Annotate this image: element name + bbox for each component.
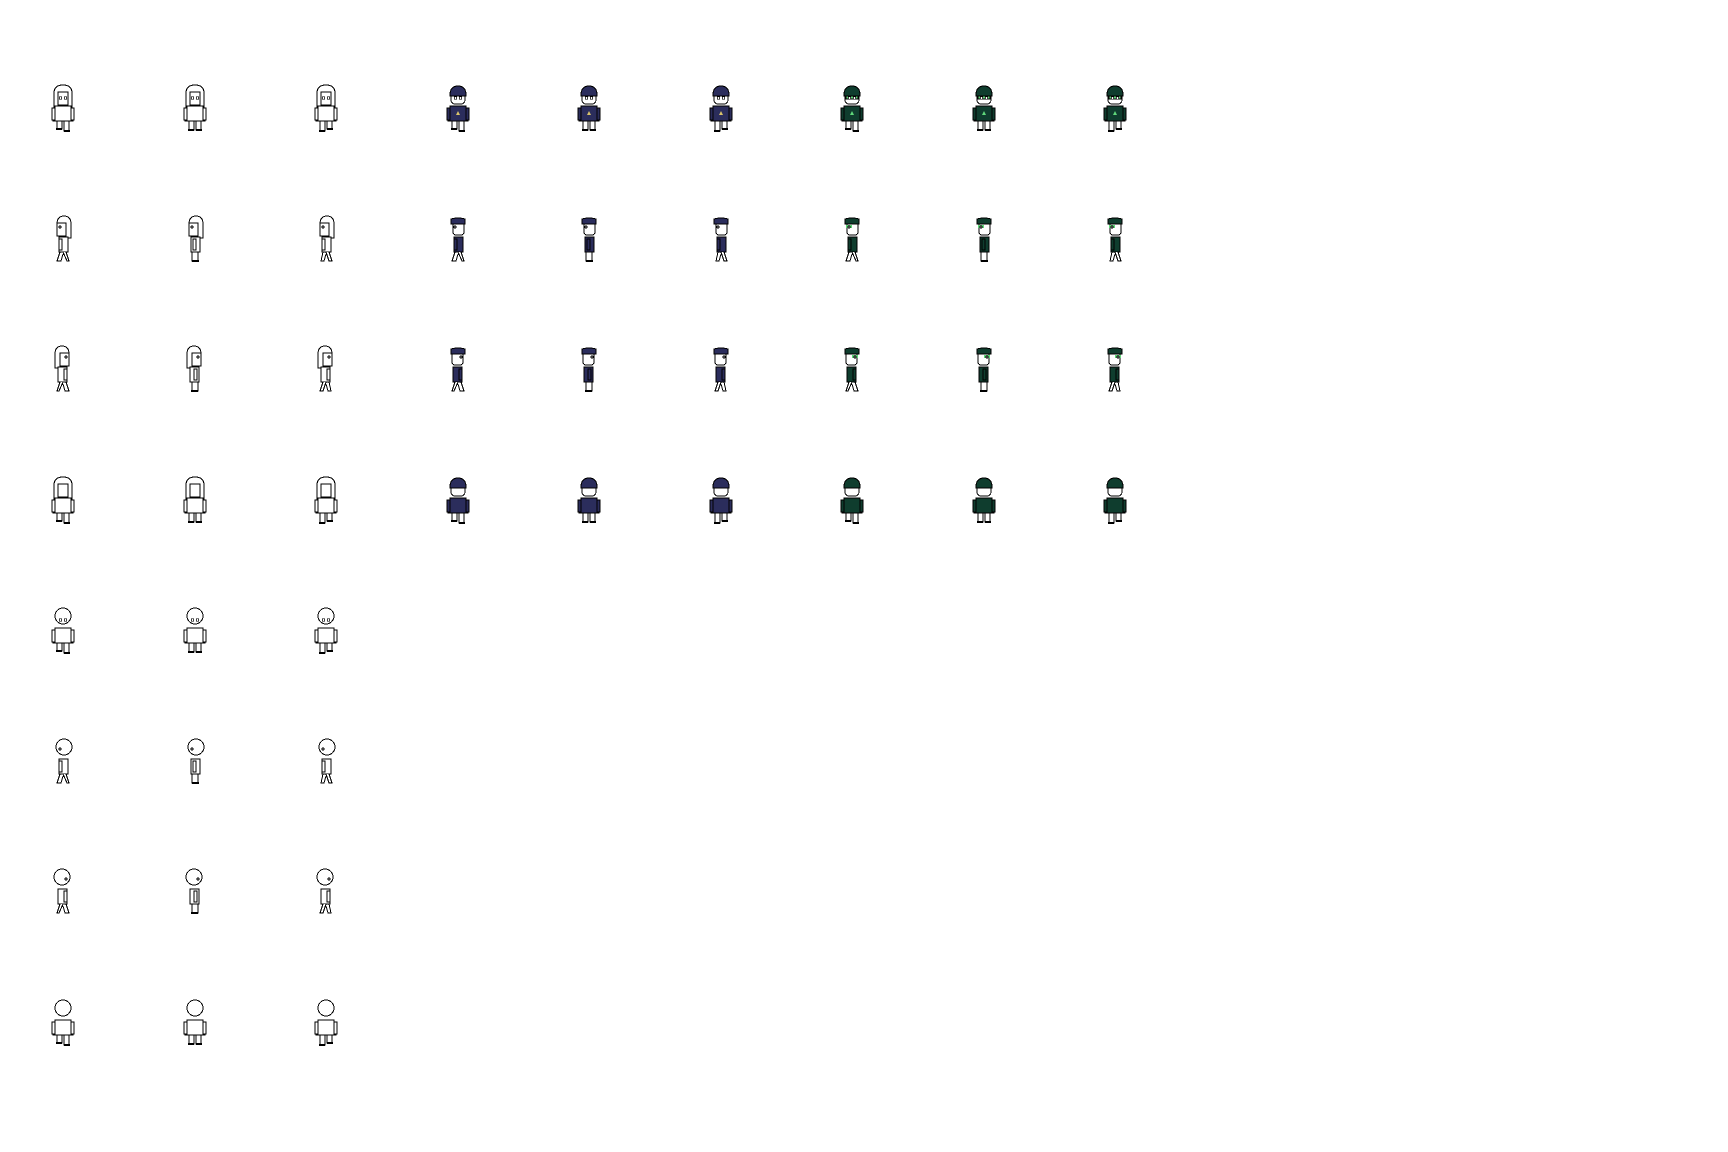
sprite-round-head-white-side-left-frame-3 [306,731,346,791]
sprite-long-hair-white-front-frame-2 [175,78,215,138]
sprite-short-hair-green-visor-back-frame-1 [832,470,872,530]
sprite-short-hair-green-visor-front-frame-3 [1095,78,1135,138]
sprite-long-hair-white-front-frame-1 [43,78,83,138]
sprite-round-head-white-side-left-frame-2 [175,731,215,791]
sprite-long-hair-white-back-frame-1 [43,470,83,530]
sprite-round-head-white-back-frame-1 [43,992,83,1052]
sprite-short-hair-navy-side-right-frame-1 [438,339,478,399]
sprite-short-hair-navy-back-frame-2 [569,470,609,530]
sprite-short-hair-green-visor-front-frame-2 [964,78,1004,138]
sprite-short-hair-navy-back-frame-1 [438,470,478,530]
sprite-short-hair-navy-back-frame-3 [701,470,741,530]
sprite-short-hair-navy-front-frame-3 [701,78,741,138]
sprite-short-hair-navy-front-frame-1 [438,78,478,138]
sprite-round-head-white-back-frame-3 [306,992,346,1052]
sprite-long-hair-white-side-left-frame-2 [175,209,215,269]
sprite-long-hair-white-side-right-frame-1 [43,339,83,399]
sprite-round-head-white-side-right-frame-3 [306,861,346,921]
sprite-short-hair-navy-side-left-frame-1 [438,209,478,269]
sprite-short-hair-green-visor-side-left-frame-3 [1095,209,1135,269]
sprite-short-hair-green-visor-back-frame-2 [964,470,1004,530]
sprite-long-hair-white-side-right-frame-3 [306,339,346,399]
sprite-round-head-white-back-frame-2 [175,992,215,1052]
sprite-short-hair-green-visor-side-right-frame-2 [964,339,1004,399]
sprite-long-hair-white-side-left-frame-1 [43,209,83,269]
sprite-short-hair-navy-side-right-frame-3 [701,339,741,399]
sprite-short-hair-green-visor-side-left-frame-1 [832,209,872,269]
sprite-round-head-white-side-right-frame-2 [175,861,215,921]
sprite-short-hair-green-visor-side-left-frame-2 [964,209,1004,269]
sprite-sheet [0,0,1728,1152]
sprite-short-hair-green-visor-side-right-frame-3 [1095,339,1135,399]
sprite-round-head-white-side-right-frame-1 [43,861,83,921]
sprite-round-head-white-front-frame-2 [175,600,215,660]
sprite-long-hair-white-back-frame-3 [306,470,346,530]
sprite-short-hair-navy-side-left-frame-3 [701,209,741,269]
sprite-short-hair-navy-side-right-frame-2 [569,339,609,399]
sprite-short-hair-navy-front-frame-2 [569,78,609,138]
sprite-long-hair-white-side-right-frame-2 [175,339,215,399]
sprite-round-head-white-front-frame-3 [306,600,346,660]
sprite-round-head-white-side-left-frame-1 [43,731,83,791]
sprite-short-hair-navy-side-left-frame-2 [569,209,609,269]
sprite-short-hair-green-visor-side-right-frame-1 [832,339,872,399]
sprite-long-hair-white-side-left-frame-3 [306,209,346,269]
sprite-round-head-white-front-frame-1 [43,600,83,660]
sprite-long-hair-white-front-frame-3 [306,78,346,138]
sprite-long-hair-white-back-frame-2 [175,470,215,530]
sprite-short-hair-green-visor-back-frame-3 [1095,470,1135,530]
sprite-short-hair-green-visor-front-frame-1 [832,78,872,138]
